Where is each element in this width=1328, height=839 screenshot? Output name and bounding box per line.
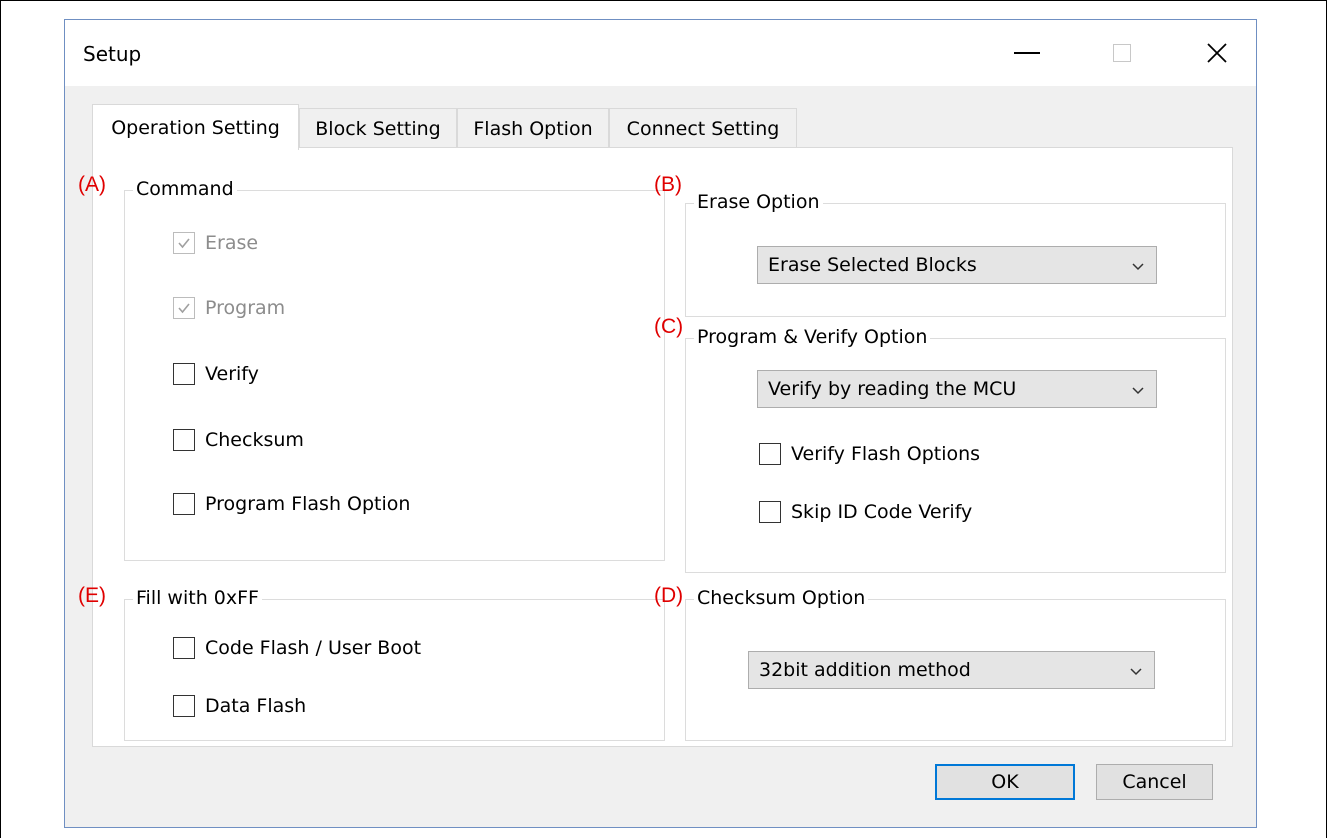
marker-e: (E) xyxy=(78,584,106,607)
title-bar: Setup xyxy=(65,20,1256,86)
code-flash-user-boot-label: Code Flash / User Boot xyxy=(205,637,422,659)
erase-option-title: Erase Option xyxy=(694,191,823,213)
command-group: Command Erase Program Verify Checksum Pr… xyxy=(124,178,665,561)
fill-group: Fill with 0xFF Code Flash / User Boot Da… xyxy=(124,587,665,741)
tab-flash-option[interactable]: Flash Option xyxy=(457,108,609,148)
erase-option-select[interactable]: Erase Selected Blocks xyxy=(757,246,1157,284)
checkbox-box xyxy=(173,297,195,319)
skip-id-code-verify-label: Skip ID Code Verify xyxy=(791,501,973,523)
data-flash-label: Data Flash xyxy=(205,695,307,717)
chevron-down-icon xyxy=(1130,668,1142,676)
chevron-down-icon xyxy=(1132,387,1144,395)
maximize-button[interactable] xyxy=(1092,26,1152,80)
erase-label: Erase xyxy=(205,232,259,254)
checkbox-box xyxy=(759,443,781,465)
checksum-method-value: 32bit addition method xyxy=(759,659,971,681)
erase-checkbox[interactable]: Erase xyxy=(173,232,258,254)
skip-id-code-verify-checkbox[interactable]: Skip ID Code Verify xyxy=(759,501,972,523)
checksum-option-group: Checksum Option 32bit addition method xyxy=(685,587,1226,741)
maximize-icon xyxy=(1113,44,1131,62)
checksum-label: Checksum xyxy=(205,429,304,451)
checkbox-box xyxy=(173,429,195,451)
tab-connect-setting[interactable]: Connect Setting xyxy=(609,108,797,148)
close-icon xyxy=(1207,43,1227,63)
checksum-method-select[interactable]: 32bit addition method xyxy=(748,651,1155,689)
ok-button[interactable]: OK xyxy=(935,764,1075,800)
checksum-option-title: Checksum Option xyxy=(694,587,869,609)
verify-flash-options-label: Verify Flash Options xyxy=(791,443,981,465)
program-verify-title: Program & Verify Option xyxy=(694,326,931,348)
data-flash-checkbox[interactable]: Data Flash xyxy=(173,695,306,717)
marker-a: (A) xyxy=(78,173,106,196)
verify-method-value: Verify by reading the MCU xyxy=(768,378,1017,400)
window-title: Setup xyxy=(83,42,142,66)
tab-panel: (A) Command Erase Program Verify Checksu… xyxy=(78,147,1233,747)
marker-d: (D) xyxy=(654,584,684,607)
command-group-title: Command xyxy=(133,178,237,200)
erase-option-group: Erase Option Erase Selected Blocks xyxy=(685,191,1226,317)
marker-c: (C) xyxy=(654,315,684,338)
verify-method-select[interactable]: Verify by reading the MCU xyxy=(757,370,1157,408)
minimize-button[interactable] xyxy=(997,26,1057,80)
fill-group-title: Fill with 0xFF xyxy=(133,587,262,609)
minimize-icon xyxy=(1014,52,1040,54)
check-icon xyxy=(178,303,190,314)
check-icon xyxy=(178,238,190,249)
tab-block-setting[interactable]: Block Setting xyxy=(299,108,457,148)
verify-label: Verify xyxy=(205,363,259,385)
program-label: Program xyxy=(205,297,286,319)
program-flash-option-checkbox[interactable]: Program Flash Option xyxy=(173,493,410,515)
program-checkbox[interactable]: Program xyxy=(173,297,285,319)
verify-checkbox[interactable]: Verify xyxy=(173,363,259,385)
checkbox-box xyxy=(173,363,195,385)
close-button[interactable] xyxy=(1187,26,1247,80)
chevron-down-icon xyxy=(1132,263,1144,271)
erase-option-value: Erase Selected Blocks xyxy=(768,254,977,276)
code-flash-user-boot-checkbox[interactable]: Code Flash / User Boot xyxy=(173,637,421,659)
verify-flash-options-checkbox[interactable]: Verify Flash Options xyxy=(759,443,980,465)
program-verify-group: Program & Verify Option Verify by readin… xyxy=(685,326,1226,573)
checkbox-box xyxy=(759,501,781,523)
checkbox-box xyxy=(173,637,195,659)
cancel-button[interactable]: Cancel xyxy=(1096,764,1213,800)
marker-b: (B) xyxy=(654,173,682,196)
checkbox-box xyxy=(173,493,195,515)
checksum-checkbox[interactable]: Checksum xyxy=(173,429,304,451)
setup-dialog: Setup Operation Setting Block Setting Fl… xyxy=(64,19,1257,828)
checkbox-box xyxy=(173,232,195,254)
program-flash-option-label: Program Flash Option xyxy=(205,493,411,515)
checkbox-box xyxy=(173,695,195,717)
tab-operation-setting[interactable]: Operation Setting xyxy=(92,104,299,150)
